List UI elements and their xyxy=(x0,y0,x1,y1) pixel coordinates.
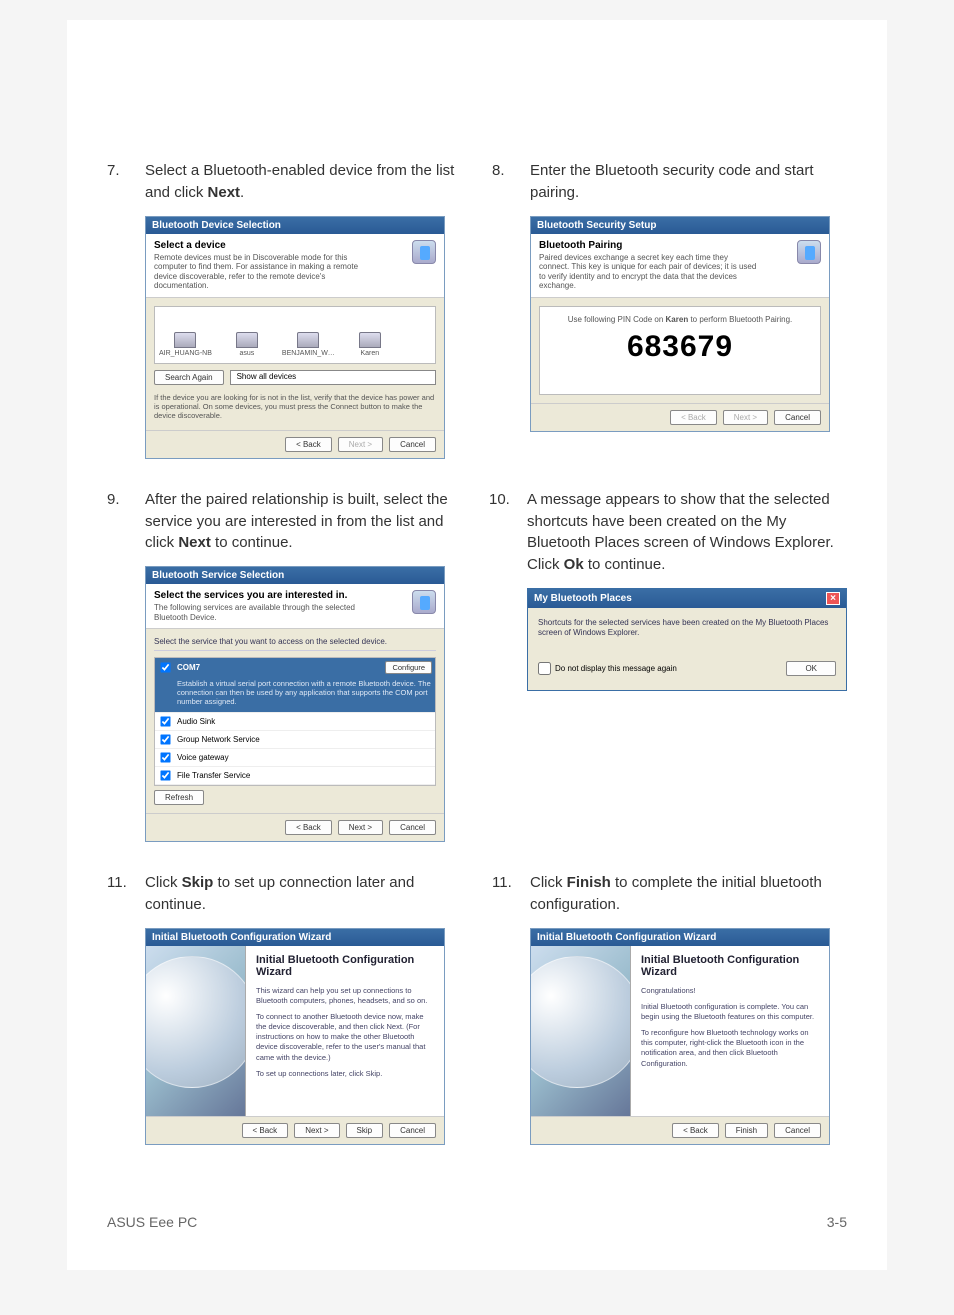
show-devices-select[interactable]: Show all devices xyxy=(230,370,436,385)
step-number: 10. xyxy=(489,489,509,511)
footer-right: 3-5 xyxy=(827,1214,847,1230)
cancel-button[interactable]: Cancel xyxy=(774,410,821,425)
step-text: Click Skip to set up connection later an… xyxy=(145,872,462,916)
wizard-dialog: Initial Bluetooth Configuration Wizard I… xyxy=(145,928,445,1145)
wizard-image xyxy=(146,946,246,1116)
dialog-title: Initial Bluetooth Configuration Wizard xyxy=(531,929,829,946)
message-text: Shortcuts for the selected services have… xyxy=(538,618,836,639)
dialog-title: Bluetooth Service Selection xyxy=(146,567,444,584)
step-10: 10. A message appears to show that the s… xyxy=(489,489,847,691)
search-again-button[interactable]: Search Again xyxy=(154,370,224,385)
service-selection-dialog: Bluetooth Service Selection Select the s… xyxy=(145,566,445,842)
security-setup-dialog: Bluetooth Security Setup Bluetooth Pairi… xyxy=(530,216,830,432)
step-text: Enter the Bluetooth security code and st… xyxy=(530,160,847,204)
next-button[interactable]: Next > xyxy=(294,1123,339,1138)
step-number: 7. xyxy=(107,160,127,182)
step-text: A message appears to show that the selec… xyxy=(527,489,847,576)
step-number: 8. xyxy=(492,160,512,182)
step-text: Select a Bluetooth-enabled device from t… xyxy=(145,160,462,204)
wizard-text: This wizard can help you set up connecti… xyxy=(256,986,434,1006)
step-text: Click Finish to complete the initial blu… xyxy=(530,872,847,916)
device-item[interactable]: AIR_HUANG-NB xyxy=(159,332,212,357)
cancel-button[interactable]: Cancel xyxy=(389,820,436,835)
back-button[interactable]: < Back xyxy=(672,1123,719,1138)
dont-show-checkbox[interactable]: Do not display this message again xyxy=(538,662,677,675)
step-text: After the paired relationship is built, … xyxy=(145,489,459,554)
next-button[interactable]: Next > xyxy=(338,437,383,452)
service-checkbox[interactable] xyxy=(160,771,170,781)
wizard-heading: Initial Bluetooth Configuration Wizard xyxy=(641,954,819,978)
dialog-title: Initial Bluetooth Configuration Wizard xyxy=(146,929,444,946)
ok-button[interactable]: OK xyxy=(786,661,836,676)
step-11b: 11. Click Finish to complete the initial… xyxy=(492,872,847,1145)
dialog-title: Bluetooth Security Setup xyxy=(531,217,829,234)
wizard-text: Initial Bluetooth configuration is compl… xyxy=(641,1002,819,1022)
configure-button[interactable]: Configure xyxy=(385,661,432,674)
wizard-text: To connect to another Bluetooth device n… xyxy=(256,1012,434,1063)
hint-text: If the device you are looking for is not… xyxy=(154,391,436,422)
service-item-selected[interactable]: COM7 Establish a virtual serial port con… xyxy=(155,658,435,713)
dialog-title: My Bluetooth Places × xyxy=(528,589,846,608)
service-list: COM7 Establish a virtual serial port con… xyxy=(154,657,436,786)
device-list[interactable]: AIR_HUANG-NB asus BENJAMIN_W… Karen xyxy=(154,306,436,364)
service-checkbox[interactable] xyxy=(160,663,170,673)
close-icon[interactable]: × xyxy=(826,592,840,605)
service-item[interactable]: Group Network Service xyxy=(155,731,435,749)
dialog-heading: Select the services you are interested i… xyxy=(154,590,374,601)
dialog-subtext: Remote devices must be in Discoverable m… xyxy=(154,253,374,291)
back-button[interactable]: < Back xyxy=(242,1123,289,1138)
dialog-title: Bluetooth Device Selection xyxy=(146,217,444,234)
back-button[interactable]: < Back xyxy=(670,410,717,425)
bluetooth-icon xyxy=(412,590,436,614)
step-number: 11. xyxy=(492,872,512,894)
next-button[interactable]: Next > xyxy=(723,410,768,425)
service-checkbox[interactable] xyxy=(160,753,170,763)
wizard-heading: Initial Bluetooth Configuration Wizard xyxy=(256,954,434,978)
bluetooth-icon xyxy=(412,240,436,264)
wizard-finish-dialog: Initial Bluetooth Configuration Wizard I… xyxy=(530,928,830,1145)
step-9: 9. After the paired relationship is buil… xyxy=(107,489,459,842)
wizard-text: To reconfigure how Bluetooth technology … xyxy=(641,1028,819,1069)
service-checkbox[interactable] xyxy=(160,735,170,745)
wizard-text: Congratulations! xyxy=(641,986,819,996)
device-selection-dialog: Bluetooth Device Selection Select a devi… xyxy=(145,216,445,459)
pin-message: Use following PIN Code on Karen to perfo… xyxy=(546,315,814,324)
step-number: 11. xyxy=(107,872,127,894)
service-checkbox[interactable] xyxy=(160,717,170,727)
device-item[interactable]: BENJAMIN_W… xyxy=(282,332,335,357)
device-item[interactable]: asus xyxy=(236,332,258,357)
device-item[interactable]: Karen xyxy=(359,332,381,357)
cancel-button[interactable]: Cancel xyxy=(389,1123,436,1138)
service-item[interactable]: File Transfer Service xyxy=(155,767,435,785)
back-button[interactable]: < Back xyxy=(285,820,332,835)
refresh-button[interactable]: Refresh xyxy=(154,790,204,805)
wizard-text: To set up connections later, click Skip. xyxy=(256,1069,434,1079)
page-footer: ASUS Eee PC 3-5 xyxy=(107,1214,847,1230)
finish-button[interactable]: Finish xyxy=(725,1123,768,1138)
next-button[interactable]: Next > xyxy=(338,820,383,835)
footer-left: ASUS Eee PC xyxy=(107,1214,197,1230)
cancel-button[interactable]: Cancel xyxy=(389,437,436,452)
step-11a: 11. Click Skip to set up connection late… xyxy=(107,872,462,1145)
step-7: 7. Select a Bluetooth-enabled device fro… xyxy=(107,160,462,459)
dialog-subtext: The following services are available thr… xyxy=(154,603,374,622)
dialog-heading: Bluetooth Pairing xyxy=(539,240,759,251)
message-dialog: My Bluetooth Places × Shortcuts for the … xyxy=(527,588,847,691)
dialog-subtext: Paired devices exchange a secret key eac… xyxy=(539,253,759,291)
step-number: 9. xyxy=(107,489,127,511)
bluetooth-icon xyxy=(797,240,821,264)
service-item[interactable]: Audio Sink xyxy=(155,713,435,731)
step-8: 8. Enter the Bluetooth security code and… xyxy=(492,160,847,432)
service-item[interactable]: Voice gateway xyxy=(155,749,435,767)
skip-button[interactable]: Skip xyxy=(346,1123,384,1138)
cancel-button[interactable]: Cancel xyxy=(774,1123,821,1138)
service-label: Select the service that you want to acce… xyxy=(154,637,436,651)
pin-code: 683679 xyxy=(546,330,814,364)
wizard-image xyxy=(531,946,631,1116)
back-button[interactable]: < Back xyxy=(285,437,332,452)
dialog-heading: Select a device xyxy=(154,240,374,251)
